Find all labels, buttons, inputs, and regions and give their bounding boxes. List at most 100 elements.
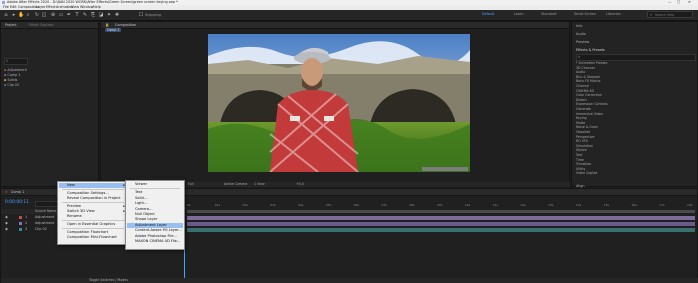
tab-composition[interactable]: Composition (115, 23, 136, 27)
effect-category-color-correction[interactable]: Color Correction (576, 93, 602, 97)
pan-behind-tool-icon[interactable]: ⊕ (50, 12, 56, 18)
type-tool-icon[interactable]: T (74, 12, 80, 18)
clone-stamp-icon[interactable]: ⎘ (90, 12, 96, 18)
effect-category-video-copilot[interactable]: Video Copilot (576, 171, 597, 175)
effect-category-cinema-4d[interactable]: CINEMA 4D (576, 89, 594, 93)
home-icon[interactable]: ⌂ (3, 12, 9, 18)
effect-category-text[interactable]: Text (576, 153, 582, 157)
menu-item-composition-settings[interactable]: Composition Settings... (67, 191, 109, 195)
menu-item-switch-3d-view[interactable]: Switch 3D View (67, 209, 95, 213)
zoom-dropdown[interactable]: Full (188, 182, 193, 186)
menu-item-light[interactable]: Light... (135, 201, 147, 205)
effect-category-distort[interactable]: Distort (576, 98, 587, 102)
menu-item-preview[interactable]: Preview (67, 204, 81, 208)
effect-category-keying[interactable]: Keying (576, 116, 587, 120)
selection-tool-icon[interactable]: ▸ (11, 12, 17, 18)
current-timecode[interactable]: 0:00:00:11 (5, 200, 29, 205)
workspace-learn[interactable]: Learn (514, 12, 523, 16)
workspace-libraries[interactable]: Libraries (606, 12, 621, 16)
toggle-switches-modes[interactable]: Toggle Switches / Modes (89, 278, 128, 282)
label-color-icon[interactable] (19, 216, 22, 219)
section-preview[interactable]: Preview (576, 40, 589, 44)
layer-bar-clip[interactable] (187, 228, 695, 232)
camera-dropdown[interactable]: Active Camera (224, 182, 247, 186)
list-item[interactable]: ▪ Solids (4, 78, 17, 82)
layer-name[interactable]: Adjustment (35, 221, 54, 225)
brush-tool-icon[interactable]: ✎ (82, 12, 88, 18)
label-color-icon[interactable] (19, 228, 22, 231)
effect-category-transition[interactable]: Transition (576, 162, 591, 166)
menu-item-adjustment-layer[interactable]: Adjustment Layer (135, 223, 167, 227)
hand-tool-icon[interactable]: ✋ (18, 12, 24, 18)
menu-item-null-object[interactable]: Null Object (135, 212, 155, 216)
effect-category-simulation[interactable]: Simulation (576, 144, 593, 148)
effect-category-time[interactable]: Time (576, 158, 584, 162)
list-item[interactable]: ▪ Clip 02 (4, 83, 19, 87)
tab-effect-controls[interactable]: Effect Controls (29, 23, 54, 27)
source-name-column[interactable]: Source Name (35, 209, 56, 213)
list-item[interactable]: ▪ Comp 1 (4, 73, 21, 77)
menu-item-open-in-essential-graphics[interactable]: Open in Essential Graphics (67, 222, 115, 226)
layer-name[interactable]: Clip 02 (35, 227, 47, 231)
menu-item-rename[interactable]: Rename (67, 214, 82, 218)
snapping-checkbox-icon[interactable]: ☐ (138, 12, 144, 18)
effect-category-noise-grain[interactable]: Noise & Grain (576, 125, 598, 129)
menu-item-composition-mini-flowchart[interactable]: Composition Mini-Flowchart (67, 235, 117, 239)
layer-name[interactable]: Adjustment (35, 215, 54, 219)
eye-icon[interactable]: ◉ (5, 215, 8, 219)
list-item[interactable]: ▪ Adjustment (4, 68, 27, 72)
camera-tool-icon[interactable]: ◫ (41, 12, 47, 18)
menu-item-viewer[interactable]: Viewer (135, 182, 147, 186)
section-audio[interactable]: Audio (576, 32, 586, 36)
rotate-tool-icon[interactable]: ↻ (34, 12, 40, 18)
close-icon[interactable]: ✕ (5, 190, 8, 194)
menu-item-reveal-composition-in-project[interactable]: Reveal Composition in Project (67, 196, 121, 200)
work-area-bar[interactable] (187, 210, 695, 213)
effect-category-3d-channel[interactable]: 3D Channel (576, 66, 595, 70)
effect-category-boris-fx-mocha[interactable]: Boris FX Mocha (576, 79, 600, 83)
effects-search-input[interactable]: ⌕ (576, 54, 696, 61)
effect-category-utility[interactable]: Utility (576, 167, 585, 171)
effect-category-animation-presets[interactable]: * Animation Presets (576, 61, 607, 65)
lock-icon[interactable]: 🔒 (105, 23, 109, 27)
eraser-icon[interactable]: ◪ (98, 12, 104, 18)
pen-tool-icon[interactable]: ✒ (66, 12, 72, 18)
effect-category-audio[interactable]: Audio (576, 70, 585, 74)
effect-category-generate[interactable]: Generate (576, 107, 591, 111)
puppet-pin-icon[interactable]: ✚ (114, 12, 120, 18)
menu-item-adobe-photoshop-file[interactable]: Adobe Photoshop File... (135, 234, 177, 238)
zoom-tool-icon[interactable]: ⌕ (25, 12, 31, 18)
eye-icon[interactable]: ◉ (5, 227, 8, 231)
views-dropdown[interactable]: 1 View (254, 182, 265, 186)
effect-category-stylize[interactable]: Stylize (576, 148, 587, 152)
effect-category-expression-controls[interactable]: Expression Controls (576, 102, 608, 106)
menu-item-text[interactable]: Text (135, 190, 142, 194)
search-help-field[interactable]: ⌕ Search Help (647, 11, 693, 18)
tab-comp-1[interactable]: Comp 1 (11, 190, 24, 194)
exposure-value[interactable]: +0.0 (296, 182, 304, 186)
tab-project[interactable]: Project (5, 23, 17, 27)
menu-item-shape-layer[interactable]: Shape Layer (135, 217, 157, 221)
section-effects-presets[interactable]: Effects & Presets (576, 48, 605, 52)
menu-item-new[interactable]: New (67, 183, 75, 187)
menu-item-content-aware-fill-layer[interactable]: Content-Aware Fill Layer... (135, 228, 182, 232)
label-color-icon[interactable] (19, 222, 22, 225)
eye-icon[interactable]: ◉ (5, 221, 8, 225)
menu-item-solid[interactable]: Solid... (135, 196, 147, 200)
shape-tool-icon[interactable]: ▭ (58, 12, 64, 18)
effect-category-matte[interactable]: Matte (576, 121, 585, 125)
effect-category-perspective[interactable]: Perspective (576, 135, 594, 139)
menu-item-composition-flowchart[interactable]: Composition Flowchart (67, 230, 108, 234)
timeline-search-input[interactable] (35, 201, 59, 207)
effect-category-immersive-video[interactable]: Immersive Video (576, 112, 603, 116)
section-info[interactable]: Info (576, 24, 582, 28)
effect-category-channel[interactable]: Channel (576, 84, 589, 88)
menu-item-maxon-cinema-4d-file[interactable]: MAXON CINEMA 4D File... (135, 239, 180, 243)
layer-bar-adjustment[interactable] (187, 222, 695, 226)
workspace-standard[interactable]: Standard (541, 12, 556, 16)
comp-tab-chip[interactable]: Comp 1 (105, 28, 122, 32)
menu-item-camera[interactable]: Camera... (135, 207, 153, 211)
effect-category-blur-sharpen[interactable]: Blur & Sharpen (576, 75, 600, 79)
workspace-small-screen[interactable]: Small Screen (574, 12, 596, 16)
time-ruler[interactable]: 0s 01s 02s 03s 04s 05s 06s 07s 08s 09s 10s 11s 12s 13… (187, 203, 695, 209)
